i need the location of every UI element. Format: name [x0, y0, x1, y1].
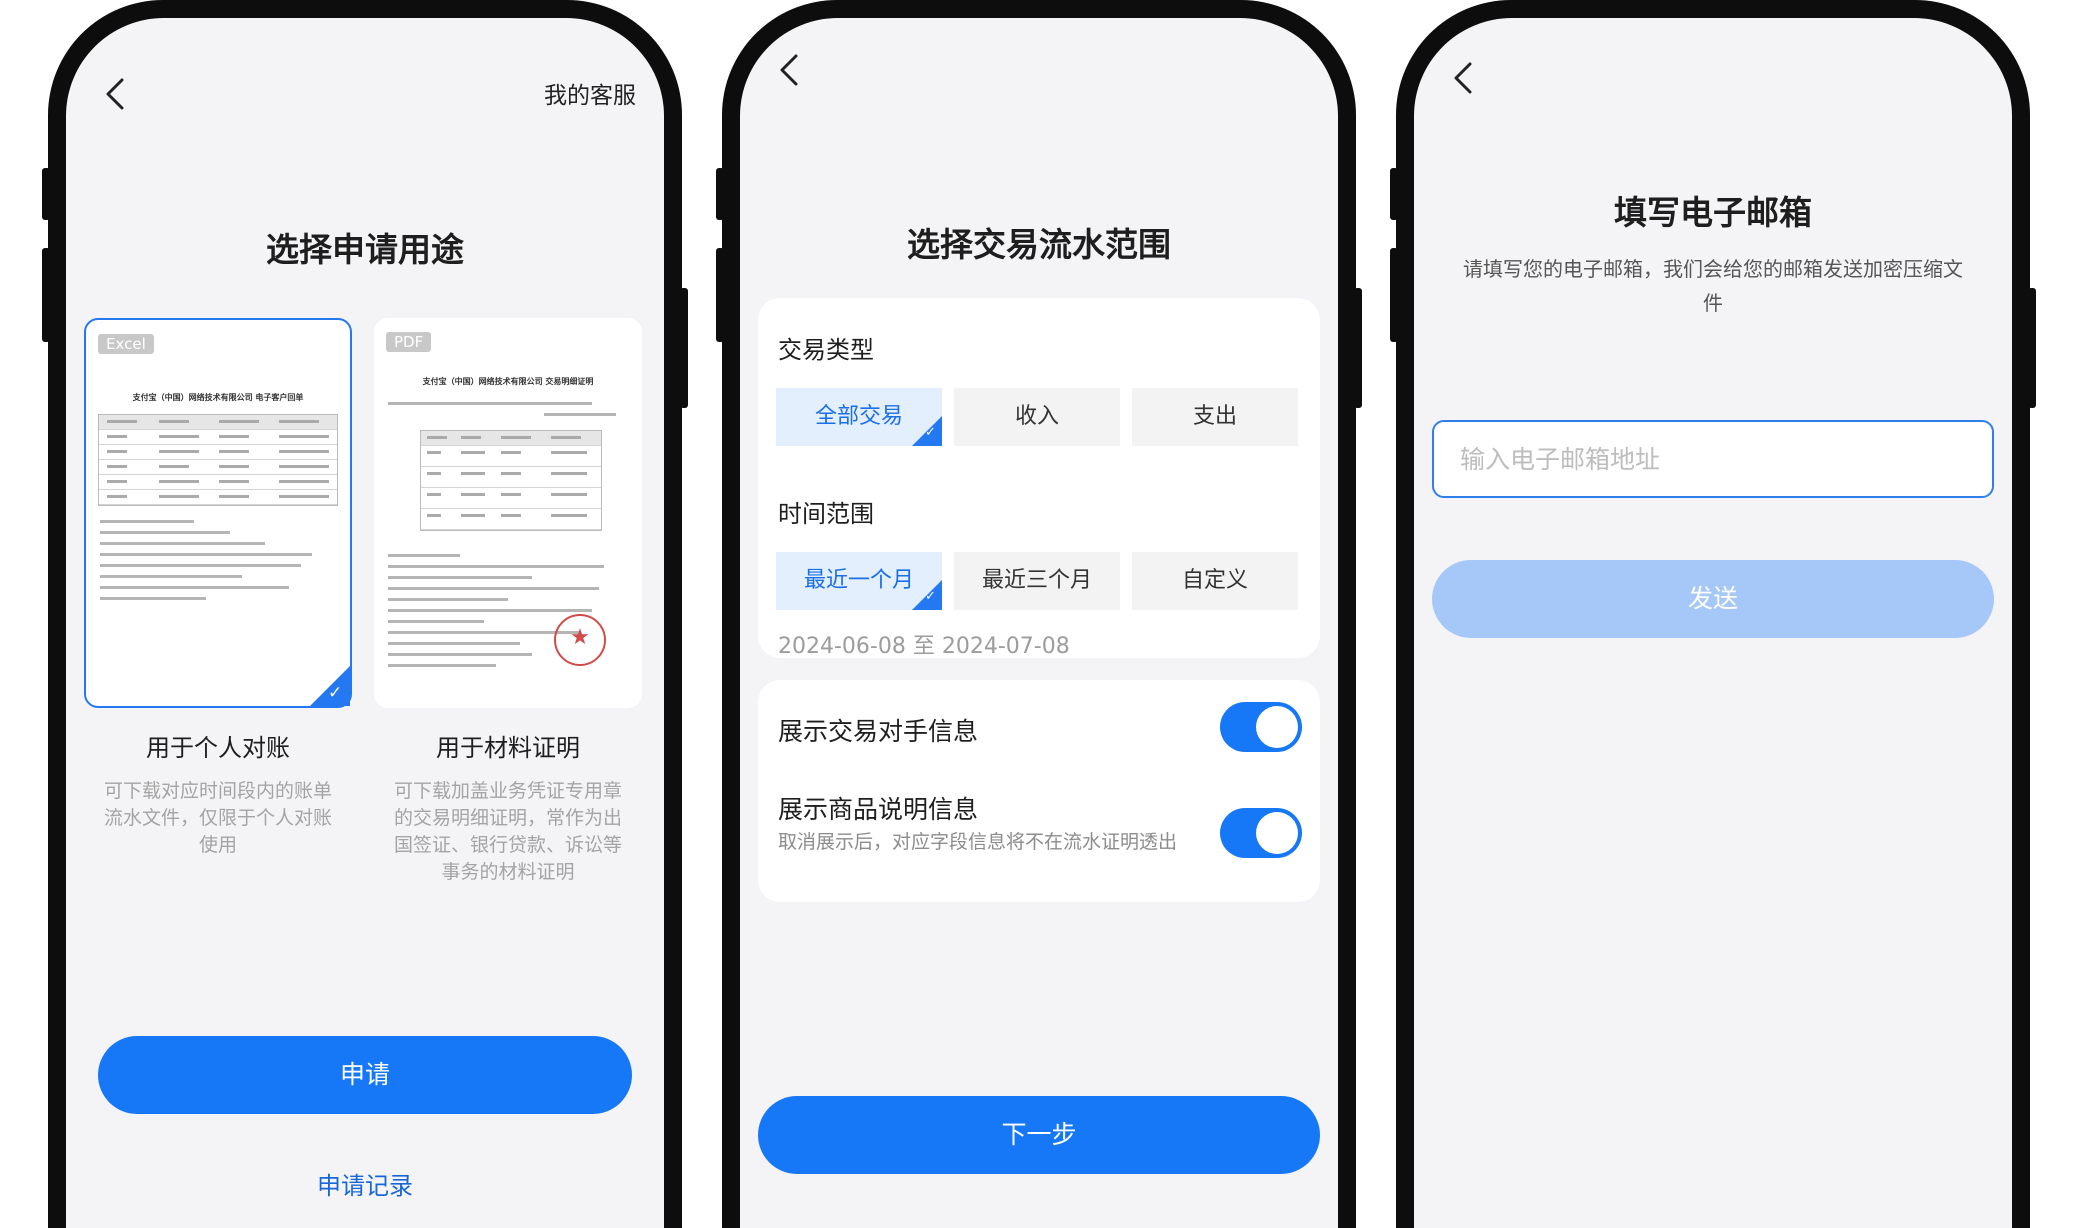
email-field-container — [1432, 420, 1994, 498]
back-arrow-icon[interactable] — [776, 52, 802, 88]
send-button[interactable]: 发送 — [1432, 560, 1994, 638]
screen-purpose: 我的客服 选择申请用途 Excel 支付宝（中国）网络技术有限公司 电子客户回单… — [66, 18, 664, 1228]
chip-label: 收入 — [1014, 404, 1059, 429]
page-subtitle: 请填写您的电子邮箱，我们会给您的邮箱发送加密压缩文件 — [1463, 257, 1963, 315]
chip-last-three-months[interactable]: 最近三个月 — [954, 552, 1120, 610]
pdf-proof-card[interactable]: PDF 支付宝（中国）网络技术有限公司 交易明细证明 ★ — [374, 318, 642, 708]
screen-range: 选择交易流水范围 交易类型 全部交易 ✓ 收入 支出 时间范围 最近一个月 ✓ … — [740, 18, 1338, 1228]
doc-preview-table — [98, 414, 338, 506]
back-arrow-icon[interactable] — [1450, 60, 1476, 96]
chip-income[interactable]: 收入 — [954, 388, 1120, 446]
check-icon: ✓ — [912, 416, 942, 446]
filter-panel: 交易类型 全部交易 ✓ 收入 支出 时间范围 最近一个月 ✓ 最近三个月 自定义 — [758, 298, 1320, 659]
check-icon: ✓ — [912, 580, 942, 610]
phone-side-button — [1390, 248, 1398, 342]
phone-side-button — [1390, 168, 1398, 220]
product-info-desc: 取消展示后，对应字段信息将不在流水证明透出 — [778, 831, 1178, 853]
page-title: 选择申请用途 — [266, 230, 464, 269]
chip-all-transactions[interactable]: 全部交易 ✓ — [776, 388, 942, 446]
phone-side-button — [2028, 288, 2036, 408]
apply-button[interactable]: 申请 — [98, 1036, 632, 1114]
phone-side-button — [716, 248, 724, 342]
page-title: 选择交易流水范围 — [907, 225, 1171, 264]
proof-use-desc: 可下载加盖业务凭证专用章的交易明细证明，常作为出国签证、银行贷款、诉讼等事务的材… — [393, 780, 622, 883]
file-type-tag: Excel — [98, 334, 154, 354]
chip-label: 最近三个月 — [981, 568, 1092, 593]
chip-last-month[interactable]: 最近一个月 ✓ — [776, 552, 942, 610]
chip-label: 自定义 — [1181, 568, 1248, 593]
email-input[interactable] — [1434, 422, 1992, 496]
product-info-label: 展示商品说明信息 — [778, 795, 979, 824]
file-type-tag: PDF — [386, 332, 432, 352]
next-step-button[interactable]: 下一步 — [758, 1096, 1320, 1174]
doc-preview-table — [420, 430, 602, 531]
transaction-type-label: 交易类型 — [778, 336, 874, 364]
apply-records-link[interactable]: 申请记录 — [66, 1166, 664, 1201]
date-range-text: 2024-06-08 至 2024-07-08 — [778, 634, 1070, 659]
official-seal-stamp: ★ — [554, 614, 606, 666]
chip-custom[interactable]: 自定义 — [1132, 552, 1298, 610]
phone-frame-purpose: 我的客服 选择申请用途 Excel 支付宝（中国）网络技术有限公司 电子客户回单… — [42, 0, 688, 1228]
phone-side-button — [716, 168, 724, 220]
doc-preview-lines — [100, 520, 336, 608]
personal-use-label: 用于个人对账 — [146, 734, 290, 762]
proof-use-label: 用于材料证明 — [436, 734, 580, 762]
doc-preview-lines — [388, 402, 628, 424]
page-title: 填写电子邮箱 — [1614, 193, 1812, 232]
chip-label: 支出 — [1192, 404, 1237, 429]
phone-side-button — [42, 168, 50, 220]
time-range-label: 时间范围 — [778, 500, 874, 528]
chip-label: 最近一个月 — [803, 568, 914, 593]
customer-service-link[interactable]: 我的客服 — [544, 76, 636, 110]
chip-label: 全部交易 — [814, 404, 903, 429]
doc-preview-title: 支付宝（中国）网络技术有限公司 交易明细证明 — [422, 377, 594, 386]
product-info-toggle[interactable] — [1220, 808, 1302, 858]
phone-side-button — [1354, 288, 1362, 408]
selected-check-icon: ✓ — [310, 666, 350, 706]
excel-statement-card[interactable]: Excel 支付宝（中国）网络技术有限公司 电子客户回单 ✓ — [84, 318, 352, 708]
chip-expense[interactable]: 支出 — [1132, 388, 1298, 446]
phone-side-button — [42, 248, 50, 342]
back-arrow-icon[interactable] — [102, 76, 128, 112]
display-options-panel: 展示交易对手信息 展示商品说明信息 取消展示后，对应字段信息将不在流水证明透出 — [758, 680, 1320, 902]
phone-frame-email: 填写电子邮箱 请填写您的电子邮箱，我们会给您的邮箱发送加密压缩文件 发送 — [1390, 0, 2036, 1228]
personal-use-desc: 可下载对应时间段内的账单流水文件，仅限于个人对账使用 — [103, 780, 332, 856]
phone-side-button — [680, 288, 688, 408]
counterparty-info-label: 展示交易对手信息 — [778, 717, 979, 746]
doc-preview-title: 支付宝（中国）网络技术有限公司 电子客户回单 — [132, 393, 304, 402]
counterparty-info-toggle[interactable] — [1220, 702, 1302, 752]
screen-email: 填写电子邮箱 请填写您的电子邮箱，我们会给您的邮箱发送加密压缩文件 发送 — [1414, 18, 2012, 1228]
phone-frame-range: 选择交易流水范围 交易类型 全部交易 ✓ 收入 支出 时间范围 最近一个月 ✓ … — [716, 0, 1362, 1228]
